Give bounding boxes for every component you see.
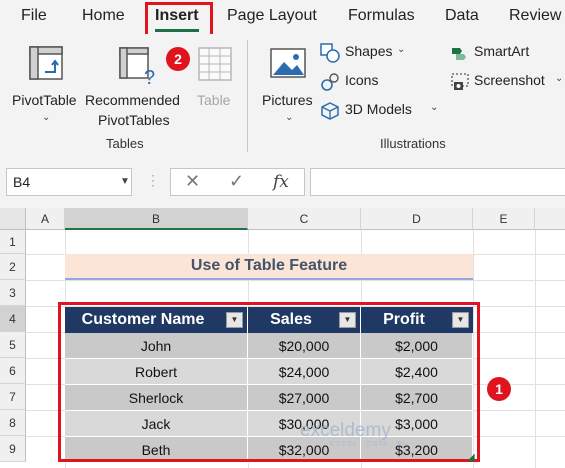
gridline	[26, 280, 565, 281]
resize-handle-icon[interactable]: ◢	[467, 452, 475, 463]
enter-check-icon[interactable]: ✓	[229, 171, 244, 192]
svg-text:?: ?	[144, 67, 155, 86]
chevron-down-icon: ⌄	[397, 44, 406, 55]
tab-file[interactable]: File	[21, 7, 47, 25]
table-icon	[198, 47, 232, 81]
row-header-9[interactable]: 9	[0, 436, 26, 462]
smartart-button[interactable]: SmartArt	[450, 42, 562, 64]
row-header-3[interactable]: 3	[0, 280, 26, 306]
icons-icon	[321, 73, 339, 91]
step-badge-2: 2	[166, 47, 190, 71]
column-header-c[interactable]: C	[248, 208, 361, 230]
table-range-highlight	[58, 302, 480, 462]
chevron-down-icon: ▼	[120, 176, 130, 187]
illustrations-group-label: Illustrations	[380, 136, 446, 151]
ribbon-tab-bar: File Home Insert Page Layout Formulas Da…	[0, 0, 565, 37]
cube-icon	[321, 102, 339, 120]
icons-label: Icons	[345, 72, 379, 88]
column-header-a[interactable]: A	[26, 208, 65, 230]
pictures-icon	[270, 48, 306, 78]
select-all-corner[interactable]	[0, 208, 26, 230]
row-header-5[interactable]: 5	[0, 332, 26, 358]
smartart-icon	[452, 48, 466, 60]
name-box[interactable]: B4 ▼	[6, 168, 132, 196]
pivottable-label: PivotTable	[12, 92, 77, 108]
icons-button[interactable]: Icons	[320, 71, 400, 93]
row-header-1[interactable]: 1	[0, 230, 26, 254]
table-button[interactable]: Table	[192, 40, 238, 130]
watermark-tagline: EXCEL · DATA · BI	[330, 441, 406, 448]
name-box-value: B4	[13, 174, 31, 190]
shapes-button[interactable]: Shapes ⌄	[320, 42, 420, 64]
pictures-label: Pictures	[262, 92, 313, 108]
tables-group-label: Tables	[106, 136, 144, 151]
shapes-label: Shapes	[345, 43, 393, 59]
gridline	[535, 230, 536, 468]
row-header-7[interactable]: 7	[0, 384, 26, 410]
pivottable-icon	[29, 46, 63, 80]
drag-handle-icon[interactable]: ⋮	[146, 172, 160, 189]
column-header-f[interactable]	[535, 208, 565, 230]
recommended-pivottables-icon: ?	[119, 47, 155, 86]
pictures-button[interactable]: Pictures ⌄	[258, 40, 320, 130]
sheet-title-cell[interactable]: Use of Table Feature	[65, 254, 473, 280]
chevron-down-icon: ⌄	[285, 112, 294, 123]
chevron-down-icon: ⌄	[430, 102, 439, 113]
table-label: Table	[197, 92, 231, 108]
smartart-label: SmartArt	[474, 43, 530, 59]
tab-data[interactable]: Data	[445, 7, 479, 25]
tab-formulas[interactable]: Formulas	[348, 7, 415, 25]
column-header-d[interactable]: D	[361, 208, 473, 230]
step-badge-1: 1	[487, 377, 511, 401]
cancel-icon[interactable]: ✕	[185, 171, 200, 192]
column-header-b[interactable]: B	[65, 208, 248, 230]
row-header-6[interactable]: 6	[0, 358, 26, 384]
ribbon: PivotTable ⌄ ? Recommended PivotTables T…	[0, 34, 565, 159]
row-header-4[interactable]: 4	[0, 306, 26, 332]
3d-models-label: 3D Models	[345, 101, 412, 117]
chevron-down-icon: ⌄	[555, 73, 564, 84]
formula-controls: ✕ ✓ fx	[170, 168, 305, 196]
column-header-e[interactable]: E	[473, 208, 535, 230]
insert-function-icon[interactable]: fx	[273, 172, 289, 192]
tab-home[interactable]: Home	[82, 7, 125, 25]
chevron-down-icon: ⌄	[42, 112, 51, 123]
recommended-label-line1: Recommended	[85, 92, 180, 108]
insert-tab-highlight	[145, 2, 213, 37]
row-header-2[interactable]: 2	[0, 254, 26, 280]
screenshot-button[interactable]: Screenshot ⌄	[450, 71, 564, 93]
tab-page-layout[interactable]: Page Layout	[227, 7, 317, 25]
watermark-logo: exceldemy	[300, 420, 391, 441]
formula-input[interactable]	[310, 168, 565, 196]
recommended-label-line2: PivotTables	[98, 112, 170, 128]
screenshot-label: Screenshot	[474, 72, 545, 88]
row-header-8[interactable]: 8	[0, 410, 26, 436]
pivottable-button[interactable]: PivotTable ⌄	[8, 40, 82, 130]
shapes-icon	[320, 43, 340, 63]
3d-models-button[interactable]: 3D Models ⌄	[320, 100, 444, 122]
tab-review[interactable]: Review	[509, 7, 561, 25]
screenshot-icon	[451, 73, 469, 90]
group-divider	[247, 40, 248, 152]
formula-bar: B4 ▼ ⋮ ✕ ✓ fx	[0, 158, 565, 208]
